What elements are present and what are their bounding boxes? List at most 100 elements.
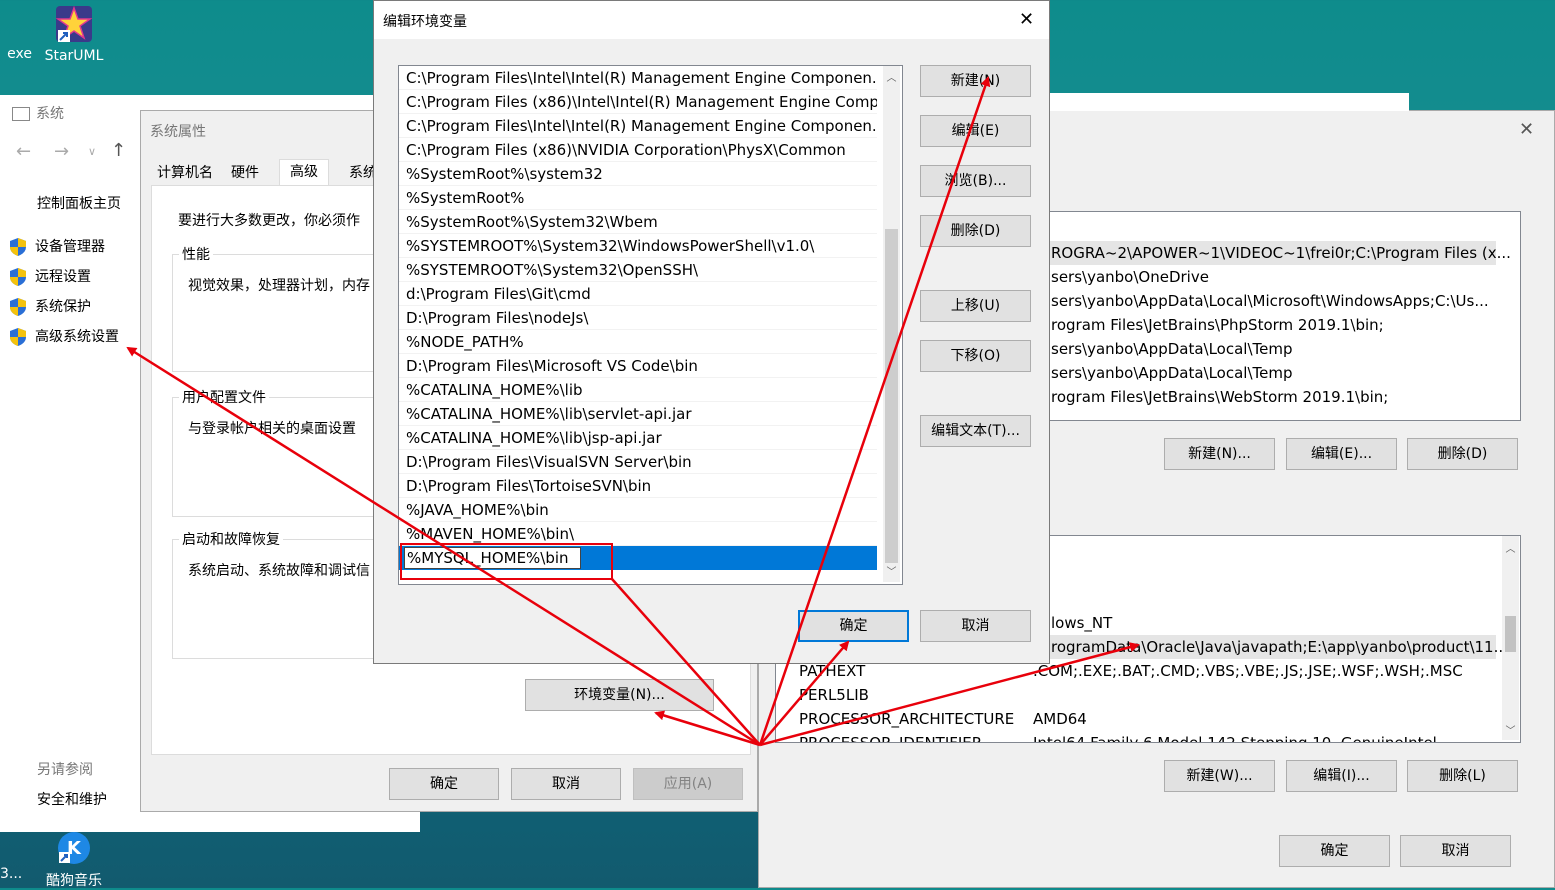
system-window-title: 系统 [12, 103, 64, 123]
path-entry[interactable]: %CATALINA_HOME%\lib\servlet-api.jar [399, 402, 877, 426]
path-delete-button[interactable]: 删除(D) [920, 215, 1031, 247]
edit-dialog-ok-button[interactable]: 确定 [798, 610, 909, 642]
path-browse-button[interactable]: 浏览(B)... [920, 165, 1031, 197]
system-protection-link[interactable]: 系统保护 [9, 296, 91, 317]
path-entry[interactable]: C:\Program Files (x86)\NVIDIA Corporatio… [399, 138, 877, 162]
environment-variables-cancel-button[interactable]: 取消 [1400, 835, 1511, 867]
scrollbar-thumb[interactable] [1505, 616, 1516, 652]
scrollbar-thumb[interactable] [885, 229, 898, 563]
security-maintenance-link[interactable]: 安全和维护 [37, 789, 107, 809]
path-entry[interactable]: %CATALINA_HOME%\lib\jsp-api.jar [399, 426, 877, 450]
system-new-button[interactable]: 新建(W)... [1164, 760, 1275, 792]
recent-dropdown-button[interactable]: ∨ [88, 145, 96, 158]
user-new-button[interactable]: 新建(N)... [1164, 438, 1275, 470]
path-entry[interactable]: %CATALINA_HOME%\lib [399, 378, 877, 402]
system-properties-title: 系统属性 [150, 124, 206, 140]
user-delete-button[interactable]: 删除(D) [1407, 438, 1518, 470]
system-variable-name: PROCESSOR_ARCHITECTURE [799, 710, 1015, 728]
path-entry[interactable]: C:\Program Files\Intel\Intel(R) Manageme… [399, 66, 877, 90]
performance-legend: 性能 [179, 244, 213, 264]
path-entry[interactable]: %SystemRoot%\system32 [399, 162, 877, 186]
path-entry[interactable]: %NODE_PATH% [399, 330, 877, 354]
path-entry[interactable]: D:\Program Files\VisualSVN Server\bin [399, 450, 877, 474]
path-edit-button[interactable]: 编辑(E) [920, 115, 1031, 147]
path-entry[interactable]: d:\Program Files\Git\cmd [399, 282, 877, 306]
path-new-button[interactable]: 新建(N) [920, 65, 1031, 97]
background-window-titlebar-strip [1039, 93, 1409, 111]
system-variables-scrollbar[interactable]: ︿ ﹀ [1502, 536, 1519, 740]
path-entry[interactable]: %SYSTEMROOT%\System32\OpenSSH\ [399, 258, 877, 282]
system-edit-button[interactable]: 编辑(I)... [1286, 760, 1397, 792]
staruml-icon [54, 4, 94, 44]
system-properties-apply-button[interactable]: 应用(A) [633, 768, 743, 800]
edit-dialog-titlebar: 编辑环境变量 ✕ [374, 1, 1049, 39]
staruml-label: StarUML [44, 48, 104, 64]
desktop-partial-bottom-label: 3... [0, 866, 23, 882]
path-move-up-button[interactable]: 上移(U) [920, 290, 1031, 322]
shield-icon [9, 327, 27, 347]
up-button[interactable]: ↑ [111, 140, 126, 161]
scroll-up-icon[interactable]: ︿ [883, 69, 900, 84]
desktop-partial-exe-icon[interactable]: exe [0, 46, 32, 62]
control-panel-home-link[interactable]: 控制面板主页 [37, 193, 121, 213]
startup-recovery-desc: 系统启动、系统故障和调试信 [188, 563, 370, 579]
system-properties-ok-button[interactable]: 确定 [389, 768, 499, 800]
path-entry[interactable]: D:\Program Files\Microsoft VS Code\bin [399, 354, 877, 378]
desktop-kugou-shortcut[interactable]: K 酷狗音乐 [34, 830, 114, 890]
remote-settings-link[interactable]: 远程设置 [9, 266, 91, 287]
kugou-icon: K [56, 830, 92, 866]
environment-variables-ok-button[interactable]: 确定 [1279, 835, 1390, 867]
user-profiles-desc: 与登录帐户相关的桌面设置 [188, 421, 356, 437]
tab-advanced[interactable]: 高级 [279, 159, 329, 186]
system-variable-value: lows_NT [1051, 614, 1113, 632]
path-entry[interactable]: %SystemRoot% [399, 186, 877, 210]
forward-button[interactable]: → [54, 141, 69, 162]
user-edit-button[interactable]: 编辑(E)... [1286, 438, 1397, 470]
user-variable-value: sers\yanbo\AppData\Local\Temp [1051, 340, 1293, 358]
system-delete-button[interactable]: 删除(L) [1407, 760, 1518, 792]
environment-variables-button[interactable]: 环境变量(N)... [525, 679, 714, 711]
desktop-partial-exe-label: exe [7, 46, 32, 62]
scroll-down-icon[interactable]: ﹀ [1502, 722, 1519, 737]
scroll-up-icon[interactable]: ︿ [1502, 540, 1519, 555]
tab-computer-name[interactable]: 计算机名 [153, 161, 217, 185]
path-entry[interactable]: %JAVA_HOME%\bin [399, 498, 877, 522]
scroll-down-icon[interactable]: ﹀ [883, 563, 900, 578]
edit-dialog-title: 编辑环境变量 [383, 14, 467, 30]
system-variable-value: .COM;.EXE;.BAT;.CMD;.VBS;.VBE;.JS;.JSE;.… [1033, 662, 1463, 680]
path-entry[interactable]: C:\Program Files (x86)\Intel\Intel(R) Ma… [399, 90, 877, 114]
path-entry[interactable]: D:\Program Files\TortoiseSVN\bin [399, 474, 877, 498]
path-list-scrollbar[interactable]: ︿ ﹀ [883, 66, 900, 582]
user-variable-value: sers\yanbo\AppData\Local\Temp [1051, 364, 1293, 382]
user-variable-value: sers\yanbo\OneDrive [1051, 268, 1209, 286]
kugou-label: 酷狗音乐 [46, 873, 102, 889]
path-edit-input[interactable]: %MYSQL_HOME%\bin [404, 547, 581, 569]
path-entry[interactable]: %SystemRoot%\System32\Wbem [399, 210, 877, 234]
edit-dialog-close-button[interactable]: ✕ [1019, 9, 1034, 30]
edit-dialog-cancel-button[interactable]: 取消 [920, 610, 1031, 642]
tab-hardware[interactable]: 硬件 [227, 161, 263, 185]
device-manager-link[interactable]: 设备管理器 [9, 236, 105, 257]
path-move-down-button[interactable]: 下移(O) [920, 340, 1031, 372]
system-properties-cancel-button[interactable]: 取消 [511, 768, 621, 800]
advanced-system-settings-link[interactable]: 高级系统设置 [9, 326, 119, 347]
user-variable-value: sers\yanbo\AppData\Local\Microsoft\Windo… [1051, 292, 1489, 310]
admin-notice: 要进行大多数更改，你必须作 [178, 213, 360, 229]
see-also-heading: 另请参阅 [37, 762, 93, 778]
path-edit-text-button[interactable]: 编辑文本(T)... [920, 415, 1031, 447]
system-variable-name: PERL5LIB [799, 686, 869, 704]
path-entry[interactable]: %SYSTEMROOT%\System32\WindowsPowerShell\… [399, 234, 877, 258]
path-entry[interactable]: C:\Program Files\Intel\Intel(R) Manageme… [399, 114, 877, 138]
user-variable-value: rogram Files\JetBrains\WebStorm 2019.1\b… [1051, 388, 1389, 406]
desktop-staruml-shortcut[interactable]: StarUML [34, 4, 114, 64]
user-variables-list[interactable]: ROGRA~2\APOWER~1\VIDEOC~1\frei0r;C:\Prog… [1047, 211, 1521, 421]
path-entry[interactable]: %MAVEN_HOME%\bin\ [399, 522, 877, 546]
back-button[interactable]: ← [16, 141, 31, 162]
system-variable-value: AMD64 [1033, 710, 1087, 728]
path-entry[interactable]: D:\Program Files\nodeJs\ [399, 306, 877, 330]
user-variable-value: ROGRA~2\APOWER~1\VIDEOC~1\frei0r;C:\Prog… [1051, 244, 1511, 262]
path-entries-list[interactable]: C:\Program Files\Intel\Intel(R) Manageme… [398, 65, 903, 585]
environment-variables-close-button[interactable]: ✕ [1519, 119, 1534, 140]
system-variable-name: PROCESSOR_IDENTIFIER [799, 734, 983, 743]
system-protection-label: 系统保护 [35, 299, 91, 315]
